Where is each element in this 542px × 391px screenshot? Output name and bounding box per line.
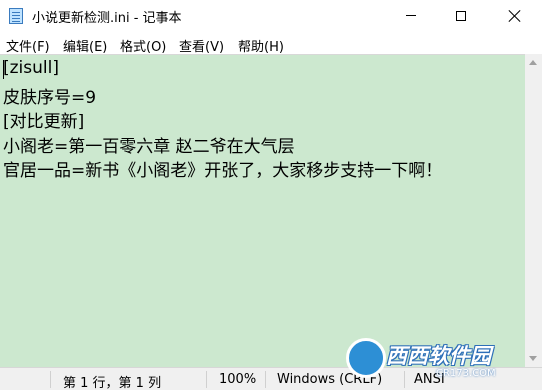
maximize-button[interactable] (438, 0, 484, 31)
editor-line: 小阁老=第一百零六章 赵二爷在大气层 (3, 137, 295, 157)
watermark-url: CR173.COM (436, 368, 496, 379)
watermark-brand: 西西软件园 (386, 344, 491, 368)
zoom-level: 100% (219, 372, 257, 387)
scroll-up-icon[interactable] (529, 60, 537, 65)
close-button[interactable] (492, 0, 538, 31)
status-divider (206, 371, 207, 388)
menu-edit[interactable]: 编辑(E) (63, 36, 107, 55)
menu-view[interactable]: 查看(V) (179, 36, 224, 55)
text-editor[interactable]: [zisull] 皮肤序号=9 [对比更新] 小阁老=第一百零六章 赵二爷在大气… (0, 54, 525, 367)
vertical-scrollbar[interactable] (525, 54, 542, 367)
close-icon (509, 10, 521, 22)
site-watermark: 西西软件园 CR173.COM (346, 336, 542, 386)
menu-file[interactable]: 文件(F) (6, 36, 50, 55)
editor-line: [zisull] (3, 58, 59, 78)
title-bar[interactable]: 小说更新检测.ini - 记事本 (0, 0, 542, 31)
minimize-icon (406, 15, 416, 16)
watermark-logo-icon (346, 338, 386, 378)
cursor-position: 第 1 行，第 1 列 (63, 376, 162, 391)
menu-help[interactable]: 帮助(H) (238, 36, 284, 55)
editor-line: 官居一品=新书《小阁老》开张了，大家移步支持一下啊！ (3, 161, 443, 181)
menu-format[interactable]: 格式(O) (120, 36, 166, 55)
status-divider (265, 371, 266, 388)
menu-bar: 文件(F) 编辑(E) 格式(O) 查看(V) 帮助(H) (0, 32, 542, 55)
minimize-button[interactable] (388, 0, 434, 31)
notepad-window: 小说更新检测.ini - 记事本 文件(F) 编辑(E) 格式(O) 查看(V)… (0, 0, 542, 391)
maximize-icon (456, 10, 466, 21)
editor-line: [对比更新] (3, 112, 85, 132)
status-divider (50, 371, 51, 388)
editor-line: 皮肤序号=9 (3, 88, 97, 108)
window-title: 小说更新检测.ini - 记事本 (32, 11, 182, 26)
notepad-icon (9, 8, 23, 24)
